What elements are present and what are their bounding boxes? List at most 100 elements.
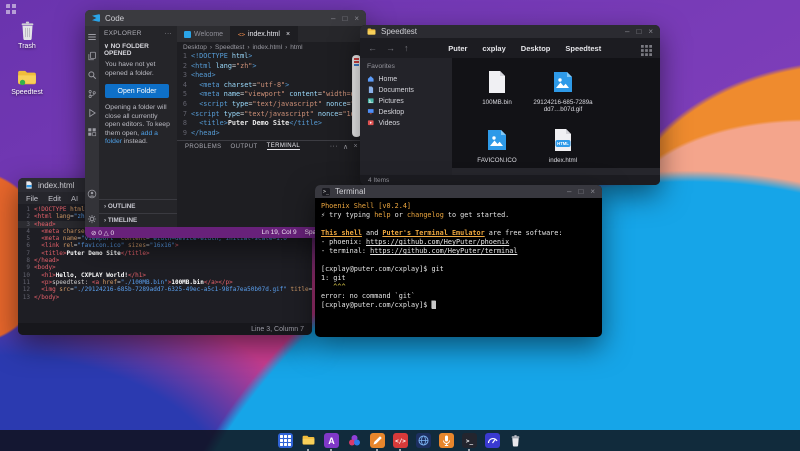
close-tab-icon[interactable]: × [286, 31, 290, 38]
sidebar-item-videos[interactable]: Videos [360, 118, 452, 129]
file-favicon-ico[interactable]: FAVICON.ICO [464, 126, 530, 184]
minimize-button[interactable]: – [331, 14, 335, 23]
code-line-6[interactable]: 6 <link rel="favicon.ico" sizes="16x16"> [18, 242, 312, 249]
file-100mb-bin[interactable]: 100MB.bin [464, 68, 530, 126]
code-line-1[interactable]: 1<!DOCTYPE html> [177, 52, 366, 62]
horizontal-scrollbar[interactable] [452, 168, 660, 175]
maximize-button[interactable]: □ [636, 27, 641, 36]
explorer-more-icon[interactable]: ··· [165, 30, 172, 37]
code-line-13[interactable]: 13</body> [18, 294, 312, 301]
code-line-8[interactable]: 8</head> [18, 257, 312, 264]
file-index-html[interactable]: HTMLindex.html [530, 126, 596, 184]
code-line-7[interactable]: 7 <title>Puter Demo Site</title> [18, 250, 312, 257]
code-line-3[interactable]: 3<head> [177, 71, 366, 81]
breadcrumb-item[interactable]: index.html [252, 44, 282, 51]
menu-edit[interactable]: Edit [48, 194, 61, 203]
dock-settings-icon[interactable] [485, 433, 500, 448]
dock-app-center-icon[interactable]: A [324, 433, 339, 448]
vscode-breadcrumb[interactable]: Desktop›Speedtest›index.html›html [177, 42, 366, 52]
menu-ai[interactable]: AI [71, 194, 78, 203]
close-button[interactable]: × [354, 14, 359, 23]
tab-welcome[interactable]: Welcome [177, 26, 231, 42]
source-control-icon[interactable] [87, 86, 97, 96]
timeline-section[interactable]: › TIMELINE [99, 213, 177, 227]
panel-action[interactable]: × [354, 143, 359, 151]
back-button[interactable]: ← [368, 43, 377, 53]
panel-action[interactable]: ··· [330, 143, 338, 151]
search-icon[interactable] [87, 67, 97, 77]
terminal-window-title: Terminal [335, 187, 365, 196]
tab-index-html[interactable]: <>index.html× [231, 26, 298, 42]
start-menu-icon[interactable] [6, 4, 17, 15]
sidebar-item-pictures[interactable]: Pictures [360, 96, 452, 107]
file-manager-titlebar[interactable]: Speedtest –□× [360, 25, 660, 38]
close-button[interactable]: × [590, 187, 595, 196]
code-line-8[interactable]: 8 <title>Puter Demo Site</title> [177, 119, 366, 129]
code-line-9[interactable]: 9</head> [177, 129, 366, 139]
terminal-line: This shell and Puter's Terminal Emulator… [321, 229, 596, 238]
menu-file[interactable]: File [26, 194, 38, 203]
code-line-7[interactable]: 7<script type="text/javascript" nonce="1… [177, 110, 366, 120]
code-line-10[interactable]: 10 <h1>Hello, CXPLAY World!</h1> [18, 272, 312, 279]
code-line-4[interactable]: 4 <meta charset="utf-8"> [177, 81, 366, 91]
dock-terminal-icon[interactable]: >_ [462, 433, 477, 448]
panel-tab-output[interactable]: OUTPUT [231, 144, 258, 150]
code-line-2[interactable]: 2<html lang="zh"> [177, 62, 366, 72]
run-debug-icon[interactable] [87, 105, 97, 115]
problems-counter[interactable]: ⊘ 0 △ 0 [91, 229, 114, 237]
path-segment-desktop[interactable]: Desktop [521, 44, 551, 53]
desktop-icon-speedtest[interactable]: Speedtest [4, 62, 50, 96]
terminal-titlebar[interactable]: >_ Terminal –□× [315, 185, 602, 198]
code-line-9[interactable]: 9<body> [18, 264, 312, 271]
breadcrumb-item[interactable]: html [290, 44, 302, 51]
forward-button[interactable]: → [386, 43, 395, 53]
panel-tab-problems[interactable]: PROBLEMS [185, 144, 222, 150]
grid-view-icon[interactable] [641, 43, 652, 54]
breadcrumb-item[interactable]: Speedtest [215, 44, 244, 51]
up-button[interactable]: ↑ [404, 43, 409, 53]
path-segment-speedtest[interactable]: Speedtest [565, 44, 601, 53]
sidebar-item-home[interactable]: Home [360, 74, 452, 85]
dock-launcher-icon[interactable] [278, 433, 293, 448]
dock-trash-icon[interactable] [508, 433, 523, 448]
sidebar-item-documents[interactable]: Documents [360, 85, 452, 96]
panel-action[interactable]: ∧ [343, 143, 349, 151]
terminal-output[interactable]: Phoenix Shell [v0.2.4]⚡ try typing help … [315, 198, 602, 337]
file-list: 100MB.bin29124216-685-7289add7…b07d.gifF… [452, 58, 660, 175]
vscode-titlebar[interactable]: Code –□× [85, 10, 366, 26]
dock-shapes-icon[interactable] [347, 433, 362, 448]
minimize-button[interactable]: – [625, 27, 629, 36]
dock-browser-icon[interactable] [416, 433, 431, 448]
account-icon[interactable] [87, 186, 97, 196]
dock-dev-center-icon[interactable]: </> [393, 433, 408, 448]
vscode-code-area[interactable]: 1<!DOCTYPE html>2<html lang="zh">3<head>… [177, 52, 366, 140]
extensions-icon[interactable] [87, 124, 97, 134]
settings-icon[interactable] [87, 211, 97, 221]
minimize-button[interactable]: – [567, 187, 571, 196]
panel-tab-terminal[interactable]: TERMINAL [267, 143, 301, 150]
code-line-12[interactable]: 12 <img src="./29124216-685b-7289add7-63… [18, 286, 312, 293]
desktop-icon-trash[interactable]: Trash [4, 16, 50, 50]
file-29124216-685-7289add7-b07d-gif[interactable]: 29124216-685-7289add7…b07d.gif [530, 68, 596, 126]
maximize-button[interactable]: □ [578, 187, 583, 196]
path-segment-cxplay[interactable]: cxplay [482, 44, 505, 53]
code-line-5[interactable]: 5 <meta name="viewport" content="width=d… [177, 90, 366, 100]
open-folder-button[interactable]: Open Folder [105, 84, 169, 98]
close-button[interactable]: × [648, 27, 653, 36]
code-line-11[interactable]: 11 <p>speedtest: <a href="./100MB.bin">1… [18, 279, 312, 286]
outline-section[interactable]: › OUTLINE [99, 199, 177, 213]
no-folder-section[interactable]: ∨ NO FOLDER OPENED [99, 40, 177, 59]
maximize-button[interactable]: □ [342, 14, 347, 23]
menu-icon[interactable] [87, 29, 97, 39]
dock-files-icon[interactable] [301, 433, 316, 448]
sidebar-item-desktop[interactable]: Desktop [360, 107, 452, 118]
folder-icon [367, 28, 376, 35]
code-line-6[interactable]: 6 <script type="text/javascript" nonce="… [177, 100, 366, 110]
dock-editor-icon[interactable] [370, 433, 385, 448]
cursor-position[interactable]: Ln 19, Col 9 [262, 229, 297, 236]
breadcrumb-item[interactable]: Desktop [183, 44, 207, 51]
explorer-icon[interactable] [87, 48, 97, 58]
dock-recorder-icon[interactable] [439, 433, 454, 448]
file-manager-window: Speedtest –□× ←→↑ PutercxplayDesktopSpee… [360, 25, 660, 185]
path-segment-puter[interactable]: Puter [448, 44, 467, 53]
